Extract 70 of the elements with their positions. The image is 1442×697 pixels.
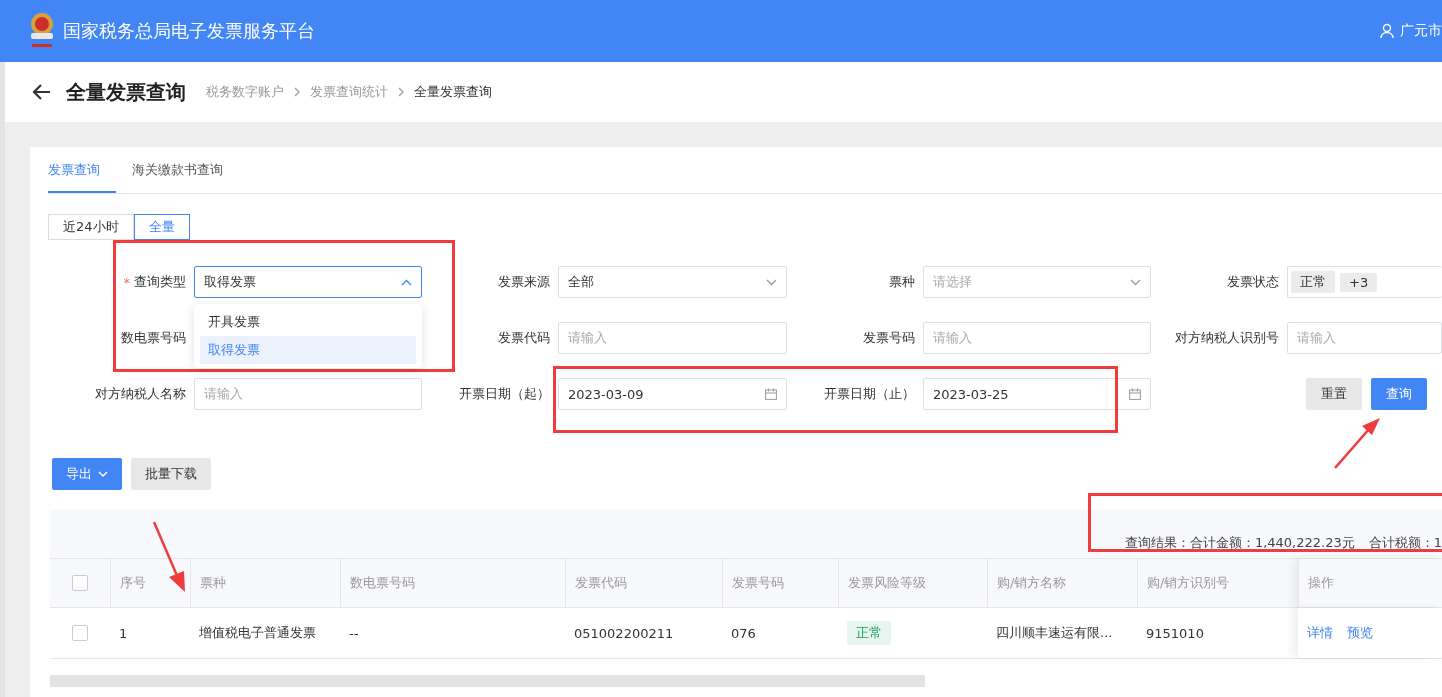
search-button[interactable]: 查询 (1371, 378, 1427, 410)
column-header: 数电票号码 (340, 559, 565, 607)
field-label: 查询类型 (134, 273, 186, 291)
field-label: 发票状态 (1227, 273, 1279, 291)
chevron-icon (401, 278, 412, 286)
select-field[interactable]: 全部 (558, 266, 787, 298)
breadcrumb-link[interactable]: 发票查询统计 (310, 83, 388, 101)
horizontal-scrollbar[interactable] (50, 675, 925, 687)
select-field[interactable]: 请选择 (923, 266, 1151, 298)
column-header: 购/销方名称 (987, 559, 1137, 607)
column-header: 发票号码 (722, 559, 838, 607)
date-field[interactable]: 2023-03-25 (923, 378, 1151, 410)
range-toggle[interactable]: 近24小时 (48, 214, 134, 240)
table-cell-text: -- (348, 624, 360, 643)
tab[interactable]: 海关缴款书查询 (132, 147, 239, 193)
required-asterisk: * (123, 274, 130, 290)
date-field[interactable]: 2023-03-09 (558, 378, 787, 410)
input-field[interactable]: 请输入 (194, 378, 422, 410)
selected-tag: 正常 (1291, 271, 1335, 293)
chevron-icon (397, 87, 405, 97)
reset-button[interactable]: 重置 (1306, 378, 1362, 410)
back-arrow-icon[interactable] (32, 83, 52, 101)
field-label: 数电票号码 (121, 329, 186, 347)
input-field[interactable]: 请输入 (558, 322, 787, 354)
user-menu[interactable]: 广元市 (1380, 22, 1442, 40)
action-link[interactable]: 预览 (1347, 624, 1373, 642)
field-label: 对方纳税人名称 (95, 385, 186, 403)
column-header: 票种 (190, 559, 340, 607)
input-field[interactable]: 请输入 (1287, 322, 1442, 354)
checkbox[interactable] (72, 575, 88, 591)
action-link[interactable]: 详情 (1307, 624, 1333, 642)
chevron-icon (1130, 278, 1141, 286)
range-toggle[interactable]: 全量 (133, 214, 190, 240)
field-label: 票种 (889, 273, 915, 291)
multi-select-field[interactable]: 正常 +3 (1287, 266, 1442, 298)
summary-text: 合计税额：1 (1368, 534, 1442, 552)
select-field[interactable]: 取得发票 (194, 266, 422, 298)
risk-tag: 正常 (847, 621, 891, 645)
field-label: 开票日期（止） (824, 385, 915, 403)
selected-tag: +3 (1340, 272, 1378, 292)
toolbar-button[interactable]: 批量下载 (131, 458, 211, 490)
table-cell-text: 增值税电子普通发票 (198, 624, 317, 642)
user-icon (1380, 23, 1394, 39)
chevron-icon (766, 278, 777, 286)
field-label: 发票来源 (498, 273, 550, 291)
calendar-icon (1129, 388, 1141, 400)
table-cell-text: 四川顺丰速运有限... (995, 624, 1114, 642)
table-cell-text: 051002200211 (573, 624, 675, 643)
calendar-icon (765, 388, 777, 400)
tab[interactable]: 发票查询 (48, 147, 116, 193)
chevron-icon (293, 87, 301, 97)
input-field[interactable]: 请输入 (923, 322, 1151, 354)
summary-text: 查询结果：合计金额：1,440,222.23元 (1124, 534, 1355, 552)
field-label: 对方纳税人识别号 (1175, 329, 1279, 347)
column-header: 发票代码 (565, 559, 722, 607)
platform-title: 国家税务总局电子发票服务平台 (63, 19, 315, 43)
breadcrumb-link[interactable]: 税务数字账户 (206, 83, 284, 101)
toolbar-button[interactable]: 导出 (52, 458, 122, 490)
field-label: 发票号码 (863, 329, 915, 347)
dropdown-option[interactable]: 取得发票 (200, 336, 416, 364)
table-cell-text: 1 (118, 624, 129, 643)
column-header: 发票风险等级 (838, 559, 987, 607)
field-label: 发票代码 (498, 329, 550, 347)
checkbox[interactable] (72, 625, 88, 641)
column-header: 操作 (1298, 559, 1442, 607)
field-label: 开票日期（起） (459, 385, 550, 403)
table-cell-text: 076 (730, 624, 757, 643)
table-cell-text: 9151010 (1145, 624, 1205, 643)
dropdown-option[interactable]: 开具发票 (200, 308, 416, 336)
page-title: 全量发票查询 (66, 78, 186, 106)
